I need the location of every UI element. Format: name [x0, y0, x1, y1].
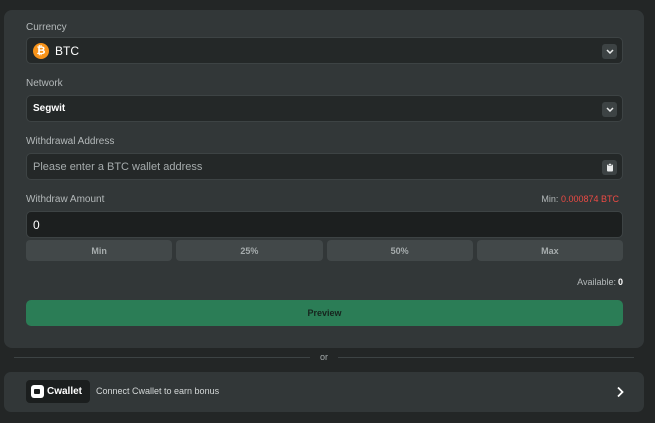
divider-line	[338, 356, 635, 358]
address-label: Withdrawal Address	[26, 136, 115, 147]
clipboard-icon[interactable]	[602, 160, 617, 175]
max-button[interactable]: Max	[476, 240, 623, 261]
50-percent-button[interactable]: 50%	[326, 240, 473, 261]
currency-select[interactable]: ₿ BTC	[26, 37, 623, 64]
cwallet-mark-icon	[31, 385, 44, 398]
address-input[interactable]: Please enter a BTC wallet address	[26, 153, 623, 180]
amount-label: Withdraw Amount	[26, 194, 105, 205]
or-text: or	[320, 352, 329, 362]
min-value: 0.000874 BTC	[560, 194, 619, 204]
currency-label: Currency	[26, 22, 67, 33]
withdraw-form: Currency ₿ BTC Network Segwit Withdrawal…	[4, 10, 644, 348]
address-placeholder: Please enter a BTC wallet address	[33, 160, 203, 173]
chevron-right-icon[interactable]	[616, 385, 624, 403]
available-balance: Available: 0	[577, 277, 623, 287]
chevron-down-icon[interactable]	[602, 102, 617, 117]
min-label: Min:	[541, 194, 559, 204]
divider-line	[14, 356, 310, 358]
25-percent-button[interactable]: 25%	[176, 240, 323, 261]
min-amount: Min: 0.000874 BTC	[541, 194, 619, 204]
cwallet-logo-text: Cwallet	[47, 386, 83, 397]
min-button[interactable]: Min	[26, 240, 173, 261]
chevron-down-icon[interactable]	[602, 44, 617, 59]
bitcoin-icon: ₿	[33, 42, 49, 59]
percent-buttons: Min 25% 50% Max	[26, 240, 623, 261]
or-divider: or	[14, 351, 635, 363]
network-value: Segwit	[33, 103, 66, 114]
amount-value: 0	[33, 217, 40, 232]
available-value: 0	[617, 277, 623, 287]
network-label: Network	[26, 78, 63, 89]
cwallet-logo: Cwallet	[26, 380, 90, 403]
cwallet-connect-text: Connect Cwallet to earn bonus	[96, 386, 220, 396]
cwallet-connect-card[interactable]: Cwallet Connect Cwallet to earn bonus	[4, 372, 644, 412]
available-label: Available:	[577, 277, 616, 287]
amount-input[interactable]: 0	[26, 211, 623, 238]
currency-value: BTC	[55, 43, 79, 58]
network-select[interactable]: Segwit	[26, 95, 623, 122]
preview-button[interactable]: Preview	[26, 300, 623, 326]
